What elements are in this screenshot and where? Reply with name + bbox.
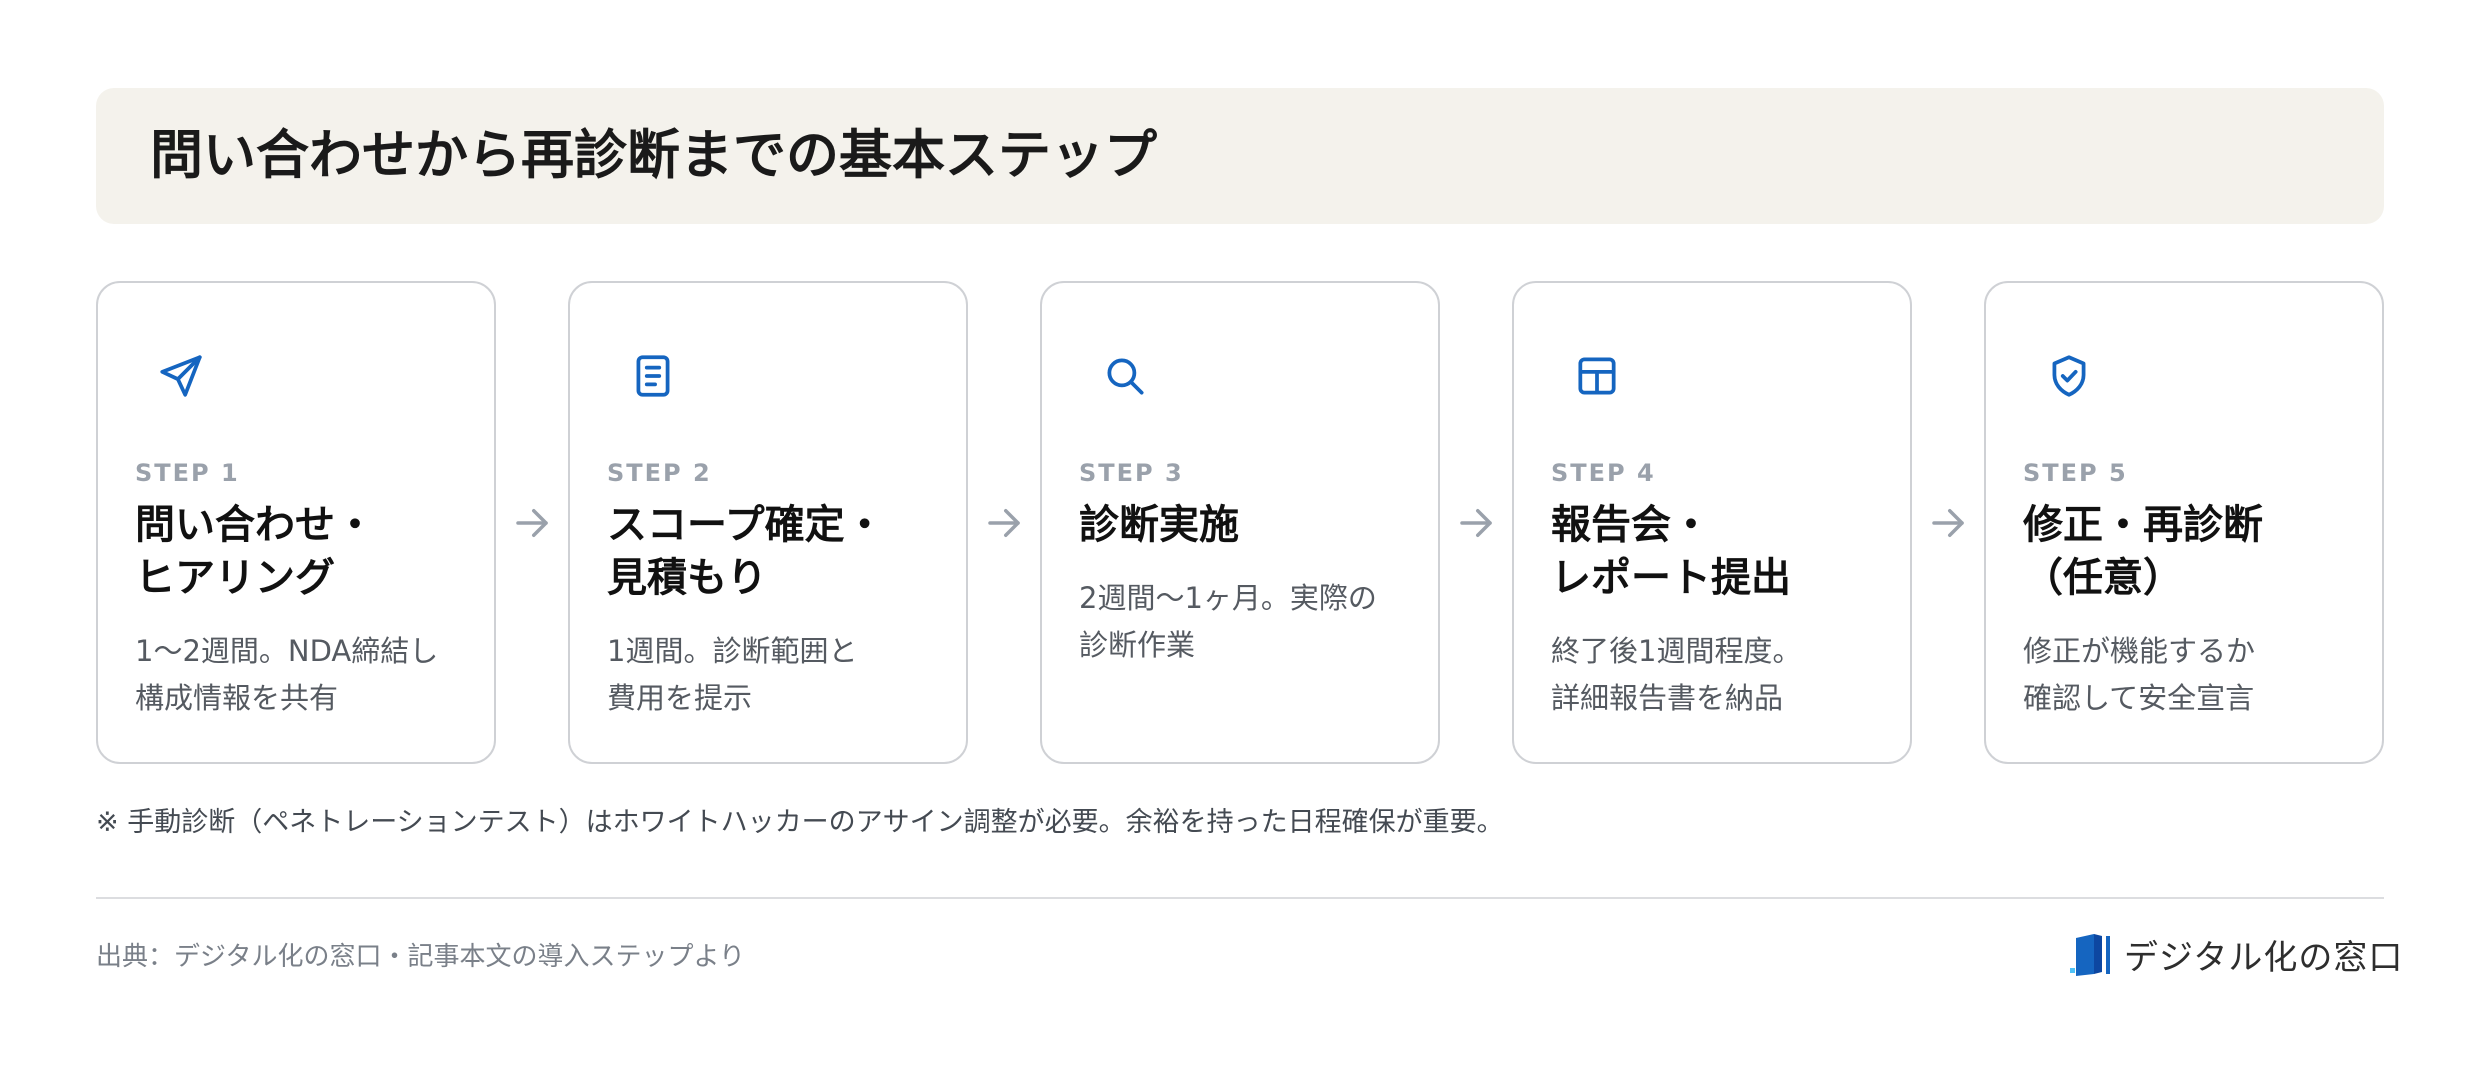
step-label: STEP 1 [135,459,240,487]
arrow-right-icon [1455,502,1497,544]
step-description: 1〜2週間。NDA締結し 構成情報を共有 [135,634,439,715]
step-label: STEP 4 [1551,459,1656,487]
footnote: ※ 手動診断（ペネトレーションテスト）はホワイトハッカーのアサイン調整が必要。余… [96,807,1504,838]
document-icon [628,351,678,401]
step-card-3: STEP 3 診断実施 2週間〜1ヶ月。実際の 診断作業 [1040,281,1440,764]
search-icon [1100,351,1150,401]
arrow-right-icon [1927,502,1969,544]
brand-logo: デジタル化の窓口 [2068,930,2403,978]
step-label: STEP 3 [1079,459,1184,487]
step-title: 診断実施 [1079,502,1239,548]
step-description: 終了後1週間程度。 詳細報告書を納品 [1551,634,1802,715]
book-logo-icon [2070,934,2110,976]
shield-check-icon [2044,351,2094,401]
step-description: 1週間。診断範囲と 費用を提示 [607,634,858,715]
title-bar: 問い合わせから再診断までの基本ステップ [96,88,2384,224]
step-title: 報告会・ レポート提出 [1551,502,1791,601]
divider [96,897,2384,899]
step-title: 問い合わせ・ ヒアリング [135,502,375,601]
page-title: 問い合わせから再診断までの基本ステップ [150,125,1157,186]
step-card-2: STEP 2 スコープ確定・ 見積もり 1週間。診断範囲と 費用を提示 [568,281,968,764]
step-description: 2週間〜1ヶ月。実際の 診断作業 [1079,581,1377,662]
step-label: STEP 2 [607,459,712,487]
source-citation: 出典：デジタル化の窓口・記事本文の導入ステップより [96,942,745,972]
step-label: STEP 5 [2023,459,2128,487]
step-title: 修正・再診断 （任意） [2023,502,2263,601]
logo-text: デジタル化の窓口 [2124,937,2404,978]
step-title: スコープ確定・ 見積もり [607,502,885,601]
step-card-5: STEP 5 修正・再診断 （任意） 修正が機能するか 確認して安全宣言 [1984,281,2384,764]
step-card-1: STEP 1 問い合わせ・ ヒアリング 1〜2週間。NDA締結し 構成情報を共有 [96,281,496,764]
arrow-right-icon [983,502,1025,544]
send-icon [156,351,206,401]
step-card-4: STEP 4 報告会・ レポート提出 終了後1週間程度。 詳細報告書を納品 [1512,281,1912,764]
step-description: 修正が機能するか 確認して安全宣言 [2023,634,2256,715]
arrow-right-icon [511,502,553,544]
table-icon [1572,351,1622,401]
